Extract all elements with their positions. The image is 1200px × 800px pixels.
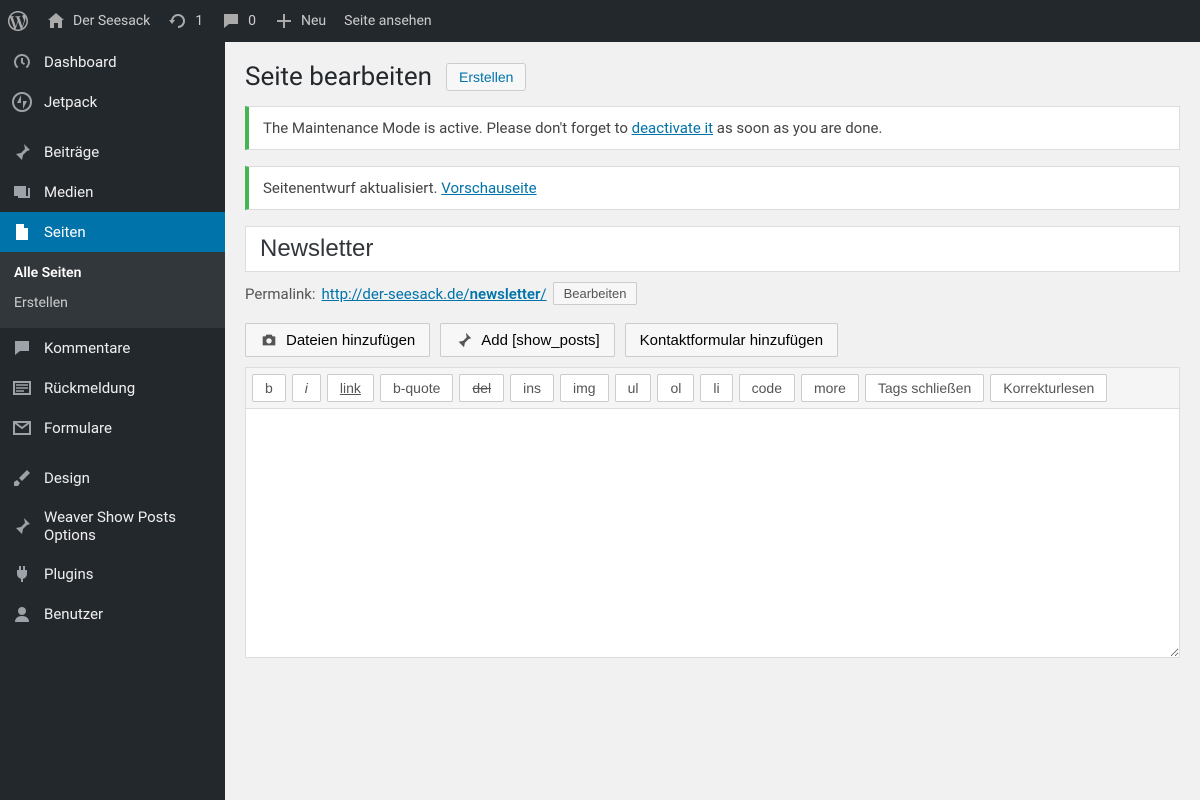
updates-count: 1 [195, 13, 203, 29]
sidebar-item-label: Weaver Show Posts Options [44, 508, 213, 544]
page-heading-row: Seite bearbeiten Erstellen [245, 62, 1180, 92]
qt-more[interactable]: more [801, 374, 859, 402]
admin-toolbar: Der Seesack 1 0 Neu Seite ansehen [0, 0, 1200, 42]
pin-icon [455, 331, 473, 349]
permalink-row: Permalink: http://der-seesack.de/newslet… [245, 282, 1180, 305]
sidebar-item-jetpack[interactable]: Jetpack [0, 82, 225, 122]
sidebar-item-feedback[interactable]: Rückmeldung [0, 368, 225, 408]
sidebar-item-pages[interactable]: Seiten [0, 212, 225, 252]
permalink-label: Permalink: [245, 285, 316, 303]
add-media-button[interactable]: Dateien hinzufügen [245, 323, 430, 357]
sidebar-item-label: Dashboard [44, 53, 117, 71]
envelope-icon [12, 418, 32, 438]
camera-icon [260, 331, 278, 349]
qt-ul[interactable]: ul [615, 374, 652, 402]
view-page-label: Seite ansehen [344, 13, 431, 29]
new-label: Neu [301, 13, 326, 29]
sidebar-item-label: Design [44, 469, 90, 487]
permalink-url[interactable]: http://der-seesack.de/newsletter/ [322, 285, 547, 303]
comments-count: 0 [248, 13, 256, 29]
sidebar-item-label: Formulare [44, 419, 112, 437]
notice-preview-link[interactable]: Vorschauseite [441, 179, 536, 197]
sidebar-item-label: Kommentare [44, 339, 130, 357]
qt-ins[interactable]: ins [510, 374, 554, 402]
create-page-button[interactable]: Erstellen [446, 63, 526, 91]
pin-icon [12, 142, 32, 162]
sidebar-submenu-pages: Alle Seiten Erstellen [0, 252, 225, 328]
main-content: Seite bearbeiten Erstellen The Maintenan… [225, 42, 1200, 800]
site-name-link[interactable]: Der Seesack [46, 11, 150, 31]
edit-permalink-button[interactable]: Bearbeiten [553, 282, 638, 305]
media-buttons-row: Dateien hinzufügen Add [show_posts] Kont… [245, 323, 1180, 357]
sidebar-item-forms[interactable]: Formulare [0, 408, 225, 448]
sidebar-item-label: Beiträge [44, 143, 99, 161]
sidebar-item-label: Jetpack [44, 93, 97, 111]
wp-logo[interactable] [8, 11, 28, 31]
dashboard-icon [12, 52, 32, 72]
feedback-icon [12, 378, 32, 398]
button-label: Dateien hinzufügen [286, 332, 415, 349]
sidebar-item-appearance[interactable]: Design [0, 458, 225, 498]
pages-icon [12, 222, 32, 242]
qt-img[interactable]: img [560, 374, 609, 402]
updates-link[interactable]: 1 [168, 11, 203, 31]
sidebar-item-label: Medien [44, 183, 93, 201]
qt-li[interactable]: li [700, 374, 732, 402]
brush-icon [12, 468, 32, 488]
qt-italic[interactable]: i [292, 374, 321, 402]
media-icon [12, 182, 32, 202]
sidebar-item-users[interactable]: Benutzer [0, 594, 225, 634]
qt-code[interactable]: code [739, 374, 795, 402]
qt-blockquote[interactable]: b-quote [380, 374, 453, 402]
qt-bold[interactable]: b [252, 374, 286, 402]
sidebar-item-comments[interactable]: Kommentare [0, 328, 225, 368]
sidebar-item-plugins[interactable]: Plugins [0, 554, 225, 594]
content-editor[interactable] [245, 408, 1180, 658]
qt-proofread[interactable]: Korrekturlesen [990, 374, 1107, 402]
submenu-item-all-pages[interactable]: Alle Seiten [0, 258, 225, 288]
wordpress-icon [8, 11, 28, 31]
qt-del[interactable]: del [459, 374, 504, 402]
sidebar-item-label: Seiten [44, 223, 86, 241]
comments-link[interactable]: 0 [221, 11, 256, 31]
plus-icon [274, 11, 294, 31]
page-title: Seite bearbeiten [245, 62, 432, 92]
new-content-link[interactable]: Neu [274, 11, 326, 31]
notice-text: Seitenentwurf aktualisiert. [263, 179, 441, 197]
plugin-icon [12, 564, 32, 584]
notice-maintenance: The Maintenance Mode is active. Please d… [245, 106, 1180, 150]
admin-sidebar: Dashboard Jetpack Beiträge Medien Seiten… [0, 42, 225, 800]
notice-text: The Maintenance Mode is active. Please d… [263, 119, 632, 137]
submenu-item-create-page[interactable]: Erstellen [0, 288, 225, 318]
add-showposts-button[interactable]: Add [show_posts] [440, 323, 614, 357]
sidebar-item-dashboard[interactable]: Dashboard [0, 42, 225, 82]
user-icon [12, 604, 32, 624]
sidebar-item-label: Benutzer [44, 605, 103, 623]
notice-draft-updated: Seitenentwurf aktualisiert. Vorschauseit… [245, 166, 1180, 210]
sidebar-item-label: Rückmeldung [44, 379, 135, 397]
view-page-link[interactable]: Seite ansehen [344, 13, 431, 29]
jetpack-icon [12, 92, 32, 112]
notice-deactivate-link[interactable]: deactivate it [632, 119, 713, 137]
site-name-text: Der Seesack [73, 13, 150, 29]
button-label: Kontaktformular hinzufügen [640, 332, 823, 349]
qt-close-tags[interactable]: Tags schließen [865, 374, 984, 402]
comment-icon [221, 11, 241, 31]
qt-link[interactable]: link [327, 374, 374, 402]
add-contactform-button[interactable]: Kontaktformular hinzufügen [625, 323, 838, 357]
notice-text: as soon as you are done. [713, 119, 882, 137]
sidebar-item-posts[interactable]: Beiträge [0, 132, 225, 172]
refresh-icon [168, 11, 188, 31]
quicktags-toolbar: b i link b-quote del ins img ul ol li co… [245, 367, 1180, 408]
home-icon [46, 11, 66, 31]
pin-icon [12, 516, 32, 536]
sidebar-item-media[interactable]: Medien [0, 172, 225, 212]
page-title-input[interactable] [245, 226, 1180, 272]
sidebar-item-weaver[interactable]: Weaver Show Posts Options [0, 498, 225, 554]
sidebar-item-label: Plugins [44, 565, 93, 583]
comment-icon [12, 338, 32, 358]
qt-ol[interactable]: ol [657, 374, 694, 402]
button-label: Add [show_posts] [481, 332, 599, 349]
